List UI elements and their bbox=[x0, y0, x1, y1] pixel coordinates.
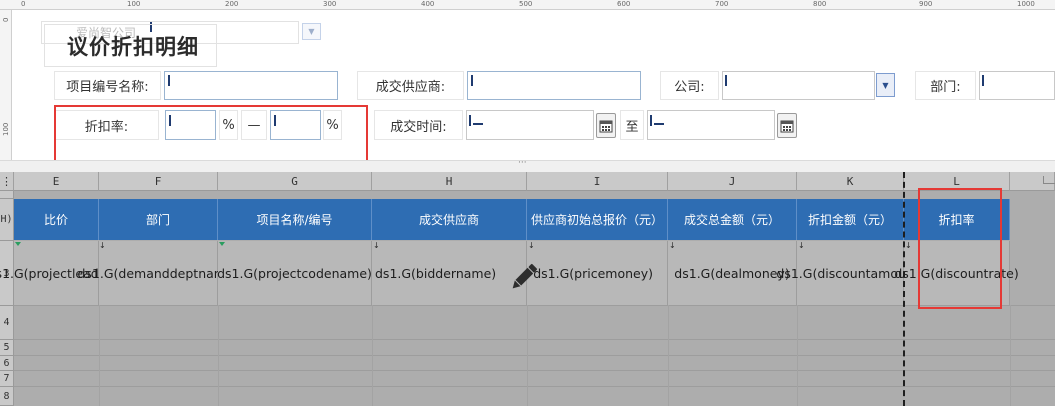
grid-line bbox=[14, 339, 1055, 340]
project-input[interactable] bbox=[164, 71, 338, 100]
expand-marker bbox=[15, 242, 21, 246]
data-cell-demanddeptname[interactable]: ds1.G(demanddeptname) bbox=[77, 241, 239, 305]
expand-arrow-icon: ↓ bbox=[669, 241, 676, 250]
grid-line bbox=[527, 305, 528, 406]
freeze-marker bbox=[1043, 176, 1055, 184]
project-label: 项目编号名称: bbox=[54, 71, 161, 100]
column-header-e[interactable]: E bbox=[14, 172, 99, 191]
ruler-label: 100 bbox=[127, 0, 141, 8]
ruler-label: 800 bbox=[813, 0, 827, 8]
grid-line bbox=[372, 305, 373, 406]
expand-arrow-icon: ↓ bbox=[373, 241, 380, 250]
header-cell-deal-amount[interactable]: 成交总金额（元） bbox=[668, 199, 797, 240]
ruler-label: 1000 bbox=[1017, 0, 1035, 8]
calendar-icon bbox=[599, 120, 613, 132]
page-break-line bbox=[903, 172, 905, 406]
header-cell-project[interactable]: 项目名称/编号 bbox=[218, 199, 372, 240]
grid-line bbox=[797, 305, 798, 406]
page-title: 议价折扣明细 bbox=[67, 35, 199, 59]
data-cell-discountamount[interactable]: ds1.G(discountamount) bbox=[776, 241, 924, 305]
grid-line bbox=[668, 305, 669, 406]
data-cell-pricemoney[interactable]: ds1.G(pricemoney) bbox=[527, 241, 668, 305]
ruler-label: 500 bbox=[519, 0, 533, 8]
date-placeholder-mark bbox=[654, 123, 664, 125]
grid-line bbox=[14, 370, 1055, 371]
column-header-f[interactable]: F bbox=[99, 172, 218, 191]
column-header-k[interactable]: K bbox=[797, 172, 904, 191]
row-header[interactable]: 5 bbox=[0, 340, 14, 356]
grid-line bbox=[14, 305, 1055, 306]
ruler-label: 0 bbox=[2, 17, 10, 22]
dropdown-icon: ▼ bbox=[308, 27, 315, 36]
grid-line bbox=[99, 305, 100, 406]
pencil-icon[interactable] bbox=[507, 260, 541, 294]
expand-arrow-icon: ↓ bbox=[798, 241, 805, 250]
ruler-label: 700 bbox=[715, 0, 729, 8]
expand-arrow-icon: ↓ bbox=[905, 241, 912, 250]
text-cursor bbox=[471, 75, 473, 86]
header-cell-dept[interactable]: 部门 bbox=[99, 199, 218, 240]
text-cursor bbox=[168, 75, 170, 86]
dept-label: 部门: bbox=[915, 71, 976, 100]
ruler-label: 400 bbox=[421, 0, 435, 8]
deal-time-end-input[interactable] bbox=[647, 110, 775, 140]
start-calendar-button[interactable] bbox=[596, 113, 616, 138]
expand-arrow-icon: ↓ bbox=[528, 241, 535, 250]
ghost-dropdown-button[interactable]: ▼ bbox=[302, 23, 321, 40]
dropdown-icon: ▼ bbox=[882, 80, 889, 90]
company-dropdown-button[interactable]: ▼ bbox=[876, 73, 895, 97]
text-cursor bbox=[982, 75, 984, 86]
ruler-label: 100 bbox=[2, 122, 10, 136]
ruler-label: 600 bbox=[617, 0, 631, 8]
grid-line bbox=[1010, 305, 1011, 406]
expand-marker bbox=[219, 242, 225, 246]
supplier-input[interactable] bbox=[467, 71, 641, 100]
header-cell-compare[interactable]: 比价 bbox=[14, 199, 99, 240]
header-cell-supplier[interactable]: 成交供应商 bbox=[372, 199, 527, 240]
text-cursor bbox=[469, 115, 471, 126]
header-cell-discount-amount[interactable]: 折扣金额（元） bbox=[797, 199, 904, 240]
text-cursor bbox=[725, 75, 727, 86]
discount-rate-highlight-box bbox=[918, 188, 1002, 309]
row-header[interactable]: 7 bbox=[0, 371, 14, 387]
row-header-spacer[interactable] bbox=[0, 191, 14, 199]
end-calendar-button[interactable] bbox=[777, 113, 797, 138]
text-cursor bbox=[650, 115, 652, 126]
dept-select[interactable] bbox=[979, 71, 1055, 100]
to-label: 至 bbox=[620, 110, 644, 140]
top-ruler: 0 100 200 300 400 500 600 700 800 900 10… bbox=[0, 0, 1055, 10]
pane-splitter[interactable]: ··· bbox=[0, 158, 1055, 172]
expand-arrow-icon: ↓ bbox=[99, 241, 106, 250]
column-header-j[interactable]: J bbox=[668, 172, 797, 191]
column-header-i[interactable]: I bbox=[527, 172, 668, 191]
corner-header[interactable]: ⋮ bbox=[0, 172, 14, 191]
column-header-g[interactable]: G bbox=[218, 172, 372, 191]
date-placeholder-mark bbox=[473, 123, 483, 125]
ruler-label: 900 bbox=[919, 0, 933, 8]
row-header[interactable]: 4 bbox=[0, 306, 14, 340]
grid-line bbox=[218, 305, 219, 406]
column-header-h[interactable]: H bbox=[372, 172, 527, 191]
row-header[interactable]: 6 bbox=[0, 356, 14, 371]
ruler-label: 200 bbox=[225, 0, 239, 8]
calendar-icon bbox=[780, 120, 794, 132]
row-header[interactable]: 8 bbox=[0, 387, 14, 406]
left-ruler: 0 100 bbox=[0, 10, 12, 160]
supplier-label: 成交供应商: bbox=[357, 71, 464, 100]
deal-time-start-input[interactable] bbox=[466, 110, 594, 140]
discount-highlight-box bbox=[54, 105, 368, 162]
ruler-label: 300 bbox=[323, 0, 337, 8]
grid-line bbox=[14, 355, 1055, 356]
splitter-grip: ··· bbox=[518, 158, 527, 168]
data-cell-biddername[interactable]: ds1.G(biddername) bbox=[372, 241, 527, 305]
grid-line bbox=[14, 386, 1055, 387]
data-cell-projectcodename[interactable]: ds1.G(projectcodename) bbox=[217, 241, 372, 305]
row-header-title[interactable]: H) bbox=[0, 199, 14, 241]
deal-time-label: 成交时间: bbox=[374, 110, 463, 140]
ruler-label: 0 bbox=[21, 0, 26, 8]
company-select[interactable] bbox=[722, 71, 875, 100]
header-cell-initial-quote[interactable]: 供应商初始总报价（元） bbox=[527, 199, 668, 240]
company-label: 公司: bbox=[660, 71, 719, 100]
